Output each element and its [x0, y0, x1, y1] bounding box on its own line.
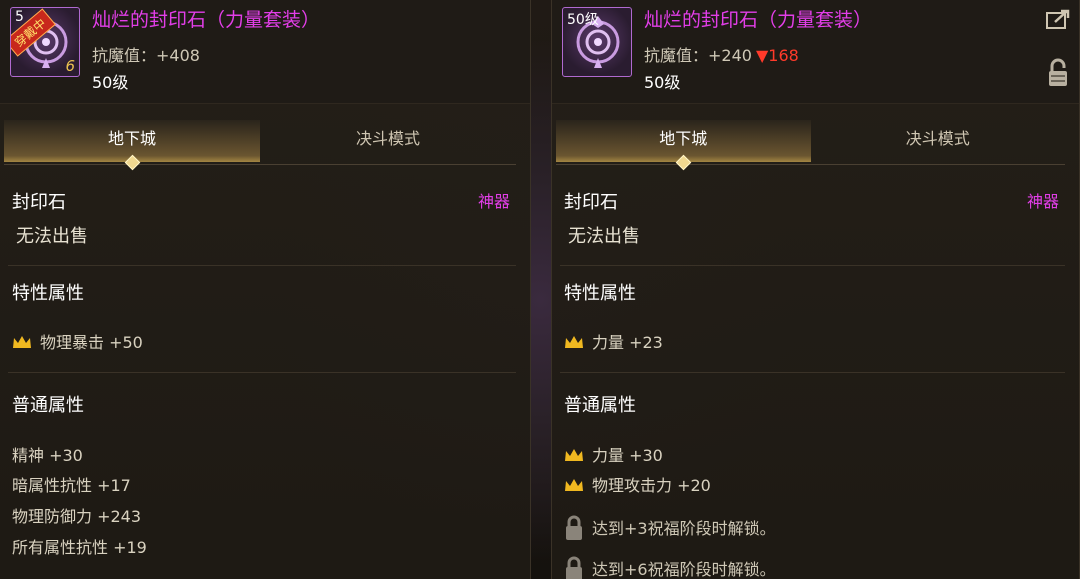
magic-resist-row: 抗魔值：+408: [92, 42, 200, 66]
trait-stat-text: 物理暴击 +50: [40, 333, 143, 352]
sale-status: 无法出售: [16, 226, 88, 247]
normal-stat: 物理防御力 +243: [12, 507, 142, 526]
item-category: 封印石: [12, 192, 66, 213]
locked-stat: 达到+6祝福阶段时解锁。: [564, 555, 776, 579]
divider: [8, 265, 516, 266]
item-level: 50级: [644, 73, 681, 92]
tab-duel[interactable]: 决斗模式: [260, 120, 516, 162]
sealstone-icon[interactable]: 50级: [562, 7, 632, 77]
sealstone-icon[interactable]: 5 穿戴中 6: [10, 7, 80, 77]
normal-stat: 精神 +30: [12, 446, 83, 465]
lock-icon[interactable]: [1047, 58, 1069, 88]
magic-resist-label: 抗魔值：: [644, 46, 709, 65]
divider: [560, 372, 1065, 373]
trait-stat: 力量 +23: [564, 329, 663, 353]
enhance-level: 6: [65, 57, 75, 75]
locked-stat-text: 达到+6祝福阶段时解锁。: [592, 560, 776, 579]
tab-dungeon-label: 地下城: [659, 129, 708, 148]
locked-stat-text: 达到+3祝福阶段时解锁。: [592, 519, 776, 538]
trait-stat-text: 力量 +23: [592, 333, 663, 352]
lock-icon: [566, 515, 582, 540]
item-name: 灿烂的封印石（力量套装）: [644, 9, 873, 31]
magic-resist-diff: ▼168: [755, 46, 799, 65]
tab-dungeon-label: 地下城: [107, 129, 156, 148]
tooltip-header: 5 穿戴中 6 灿烂的封印石（力量套装） 抗魔值：+408 50级: [0, 0, 530, 104]
normal-stat: 所有属性抗性 +19: [12, 538, 147, 557]
tab-indicator: [675, 154, 692, 171]
normal-stat: 暗属性抗性 +17: [12, 476, 131, 495]
divider: [560, 265, 1065, 266]
crown-icon: [565, 449, 583, 461]
rarity-label: 神器: [477, 192, 510, 211]
trait-section-title: 特性属性: [564, 283, 636, 304]
normal-stat: 物理攻击力 +20: [564, 472, 711, 496]
trait-section-title: 特性属性: [12, 283, 84, 304]
magic-resist-value: +408: [156, 46, 200, 65]
tab-duel-label: 决斗模式: [355, 129, 420, 148]
item-tooltip-compare: 50级 灿烂的封印石（力量套装） 抗魔值：+240 ▼168 50级 地下城 决斗…: [551, 0, 1080, 579]
tab-duel[interactable]: 决斗模式: [811, 120, 1066, 162]
share-icon[interactable]: [1045, 8, 1071, 30]
item-category: 封印石: [564, 192, 618, 213]
crown-icon: [565, 336, 583, 348]
normal-stat: 力量 +30: [564, 442, 663, 466]
magic-resist-label: 抗魔值：: [92, 46, 157, 65]
mode-tabs: 地下城 决斗模式: [556, 120, 1066, 171]
normal-section-title: 普通属性: [12, 395, 84, 416]
normal-stat-text: 物理攻击力 +20: [592, 476, 711, 495]
normal-section-title: 普通属性: [564, 395, 636, 416]
tab-dungeon[interactable]: 地下城: [4, 120, 260, 171]
sale-status: 无法出售: [568, 226, 640, 247]
rarity-label: 神器: [1026, 192, 1059, 211]
lock-icon: [566, 556, 582, 579]
divider: [8, 372, 516, 373]
trait-stat: 物理暴击 +50: [12, 329, 143, 353]
magic-resist-value: +240: [708, 46, 752, 65]
crown-icon: [565, 479, 583, 491]
item-tooltip-equipped: 5 穿戴中 6 灿烂的封印石（力量套装） 抗魔值：+408 50级 地下城 决斗…: [0, 0, 531, 579]
crown-icon: [13, 336, 31, 348]
mode-tabs: 地下城 决斗模式: [4, 120, 516, 171]
icon-level: 50级: [567, 12, 599, 28]
tooltip-header: 50级 灿烂的封印石（力量套装） 抗魔值：+240 ▼168 50级: [552, 0, 1079, 104]
icon-level: 5: [15, 9, 24, 25]
tab-duel-label: 决斗模式: [905, 129, 970, 148]
magic-resist-row: 抗魔值：+240 ▼168: [644, 42, 799, 66]
item-level: 50级: [92, 73, 129, 92]
locked-stat: 达到+3祝福阶段时解锁。: [564, 514, 776, 542]
tab-indicator: [124, 154, 141, 171]
normal-stat-text: 力量 +30: [592, 446, 663, 465]
item-name: 灿烂的封印石（力量套装）: [92, 9, 321, 31]
tab-dungeon[interactable]: 地下城: [556, 120, 811, 171]
